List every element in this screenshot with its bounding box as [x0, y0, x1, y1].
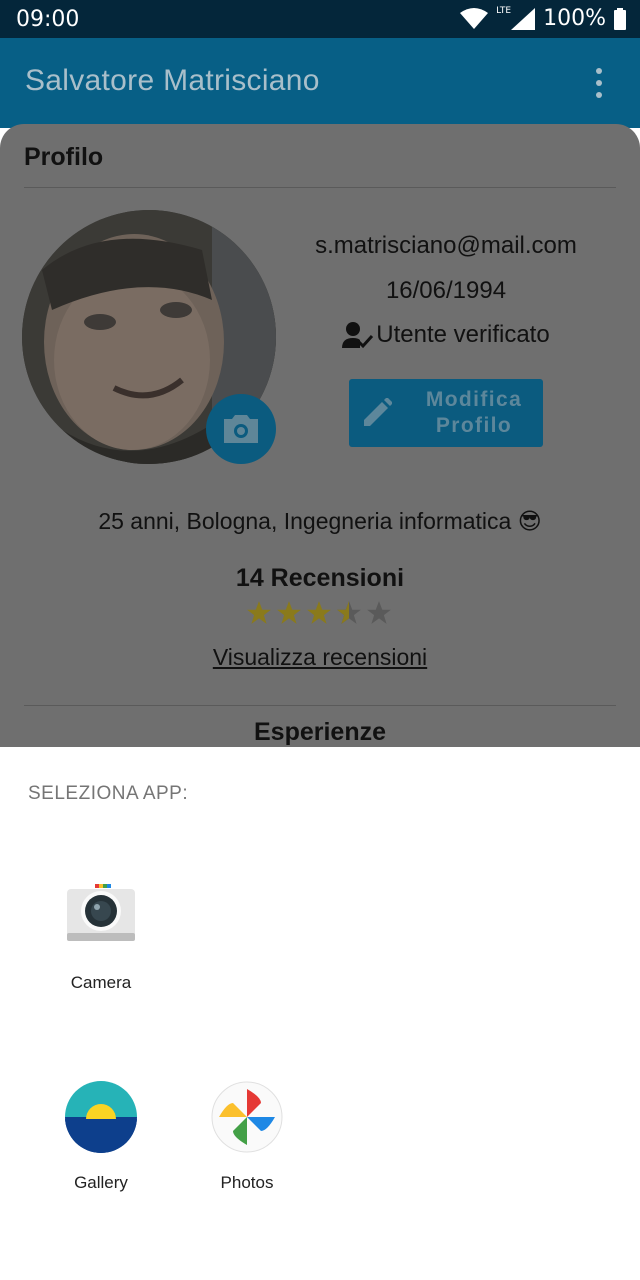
more-vert-icon[interactable] [584, 68, 614, 98]
status-time: 09:00 [16, 7, 80, 32]
camera-icon [224, 415, 258, 443]
divider [24, 705, 616, 706]
edit-profile-button[interactable]: Modifica Profilo [349, 379, 543, 447]
rating-stars [246, 600, 392, 626]
app-label-gallery: Gallery [74, 1173, 128, 1192]
camera-app-icon [67, 884, 135, 941]
app-bar: Salvatore Matrisciano [0, 38, 640, 128]
profile-email: s.matrisciano@mail.com [315, 232, 577, 259]
signal-icon [511, 7, 536, 30]
app-bar-title: Salvatore Matrisciano [25, 64, 320, 97]
experiences-title: Esperienze [253, 718, 386, 746]
photos-app-icon [211, 1081, 283, 1153]
pencil-icon [364, 398, 392, 426]
view-reviews-link[interactable]: Visualizza recensioni [0, 644, 640, 671]
change-photo-button[interactable] [206, 394, 276, 464]
verified-label: Utente verificato [376, 321, 550, 348]
battery-icon [614, 7, 626, 30]
profile-card: Profilo s.matrisciano@mail.com 16/06/199… [0, 124, 640, 764]
verified-user-icon [342, 322, 374, 349]
app-option-camera[interactable]: Camera [46, 881, 156, 993]
profile-birthdate: 16/06/1994 [385, 277, 507, 304]
app-chooser-sheet: SELEZIONA APP: Camera Gallery Photos [0, 747, 640, 1280]
wifi-icon [460, 7, 489, 29]
half-star-icon [337, 601, 361, 624]
status-bar: 09:00 LTE 100% [0, 0, 640, 38]
app-option-photos[interactable]: Photos [192, 1081, 302, 1193]
star-icon [277, 601, 301, 624]
profile-bio: 25 anni, Bologna, Ingegneria informatica… [98, 508, 542, 534]
edit-button-label-line2: Profilo [435, 414, 513, 437]
star-icon [247, 601, 271, 624]
star-icon [307, 601, 331, 624]
verified-row: Utente verificato [300, 321, 592, 349]
status-icons: LTE 100% [460, 6, 626, 31]
section-title-profilo: Profilo [24, 143, 104, 171]
battery-percent: 100% [543, 6, 606, 31]
gallery-app-icon [65, 1081, 137, 1153]
reviews-title: 14 Recensioni [235, 564, 405, 592]
network-type-label: LTE [496, 5, 512, 16]
app-label-photos: Photos [220, 1173, 274, 1192]
star-outline-icon [367, 601, 391, 624]
edit-button-label-line1: Modifica [425, 388, 523, 411]
app-label-camera: Camera [70, 973, 132, 992]
divider [24, 187, 616, 188]
app-option-gallery[interactable]: Gallery [46, 1081, 156, 1193]
chooser-title: SELEZIONA APP: [28, 783, 189, 804]
